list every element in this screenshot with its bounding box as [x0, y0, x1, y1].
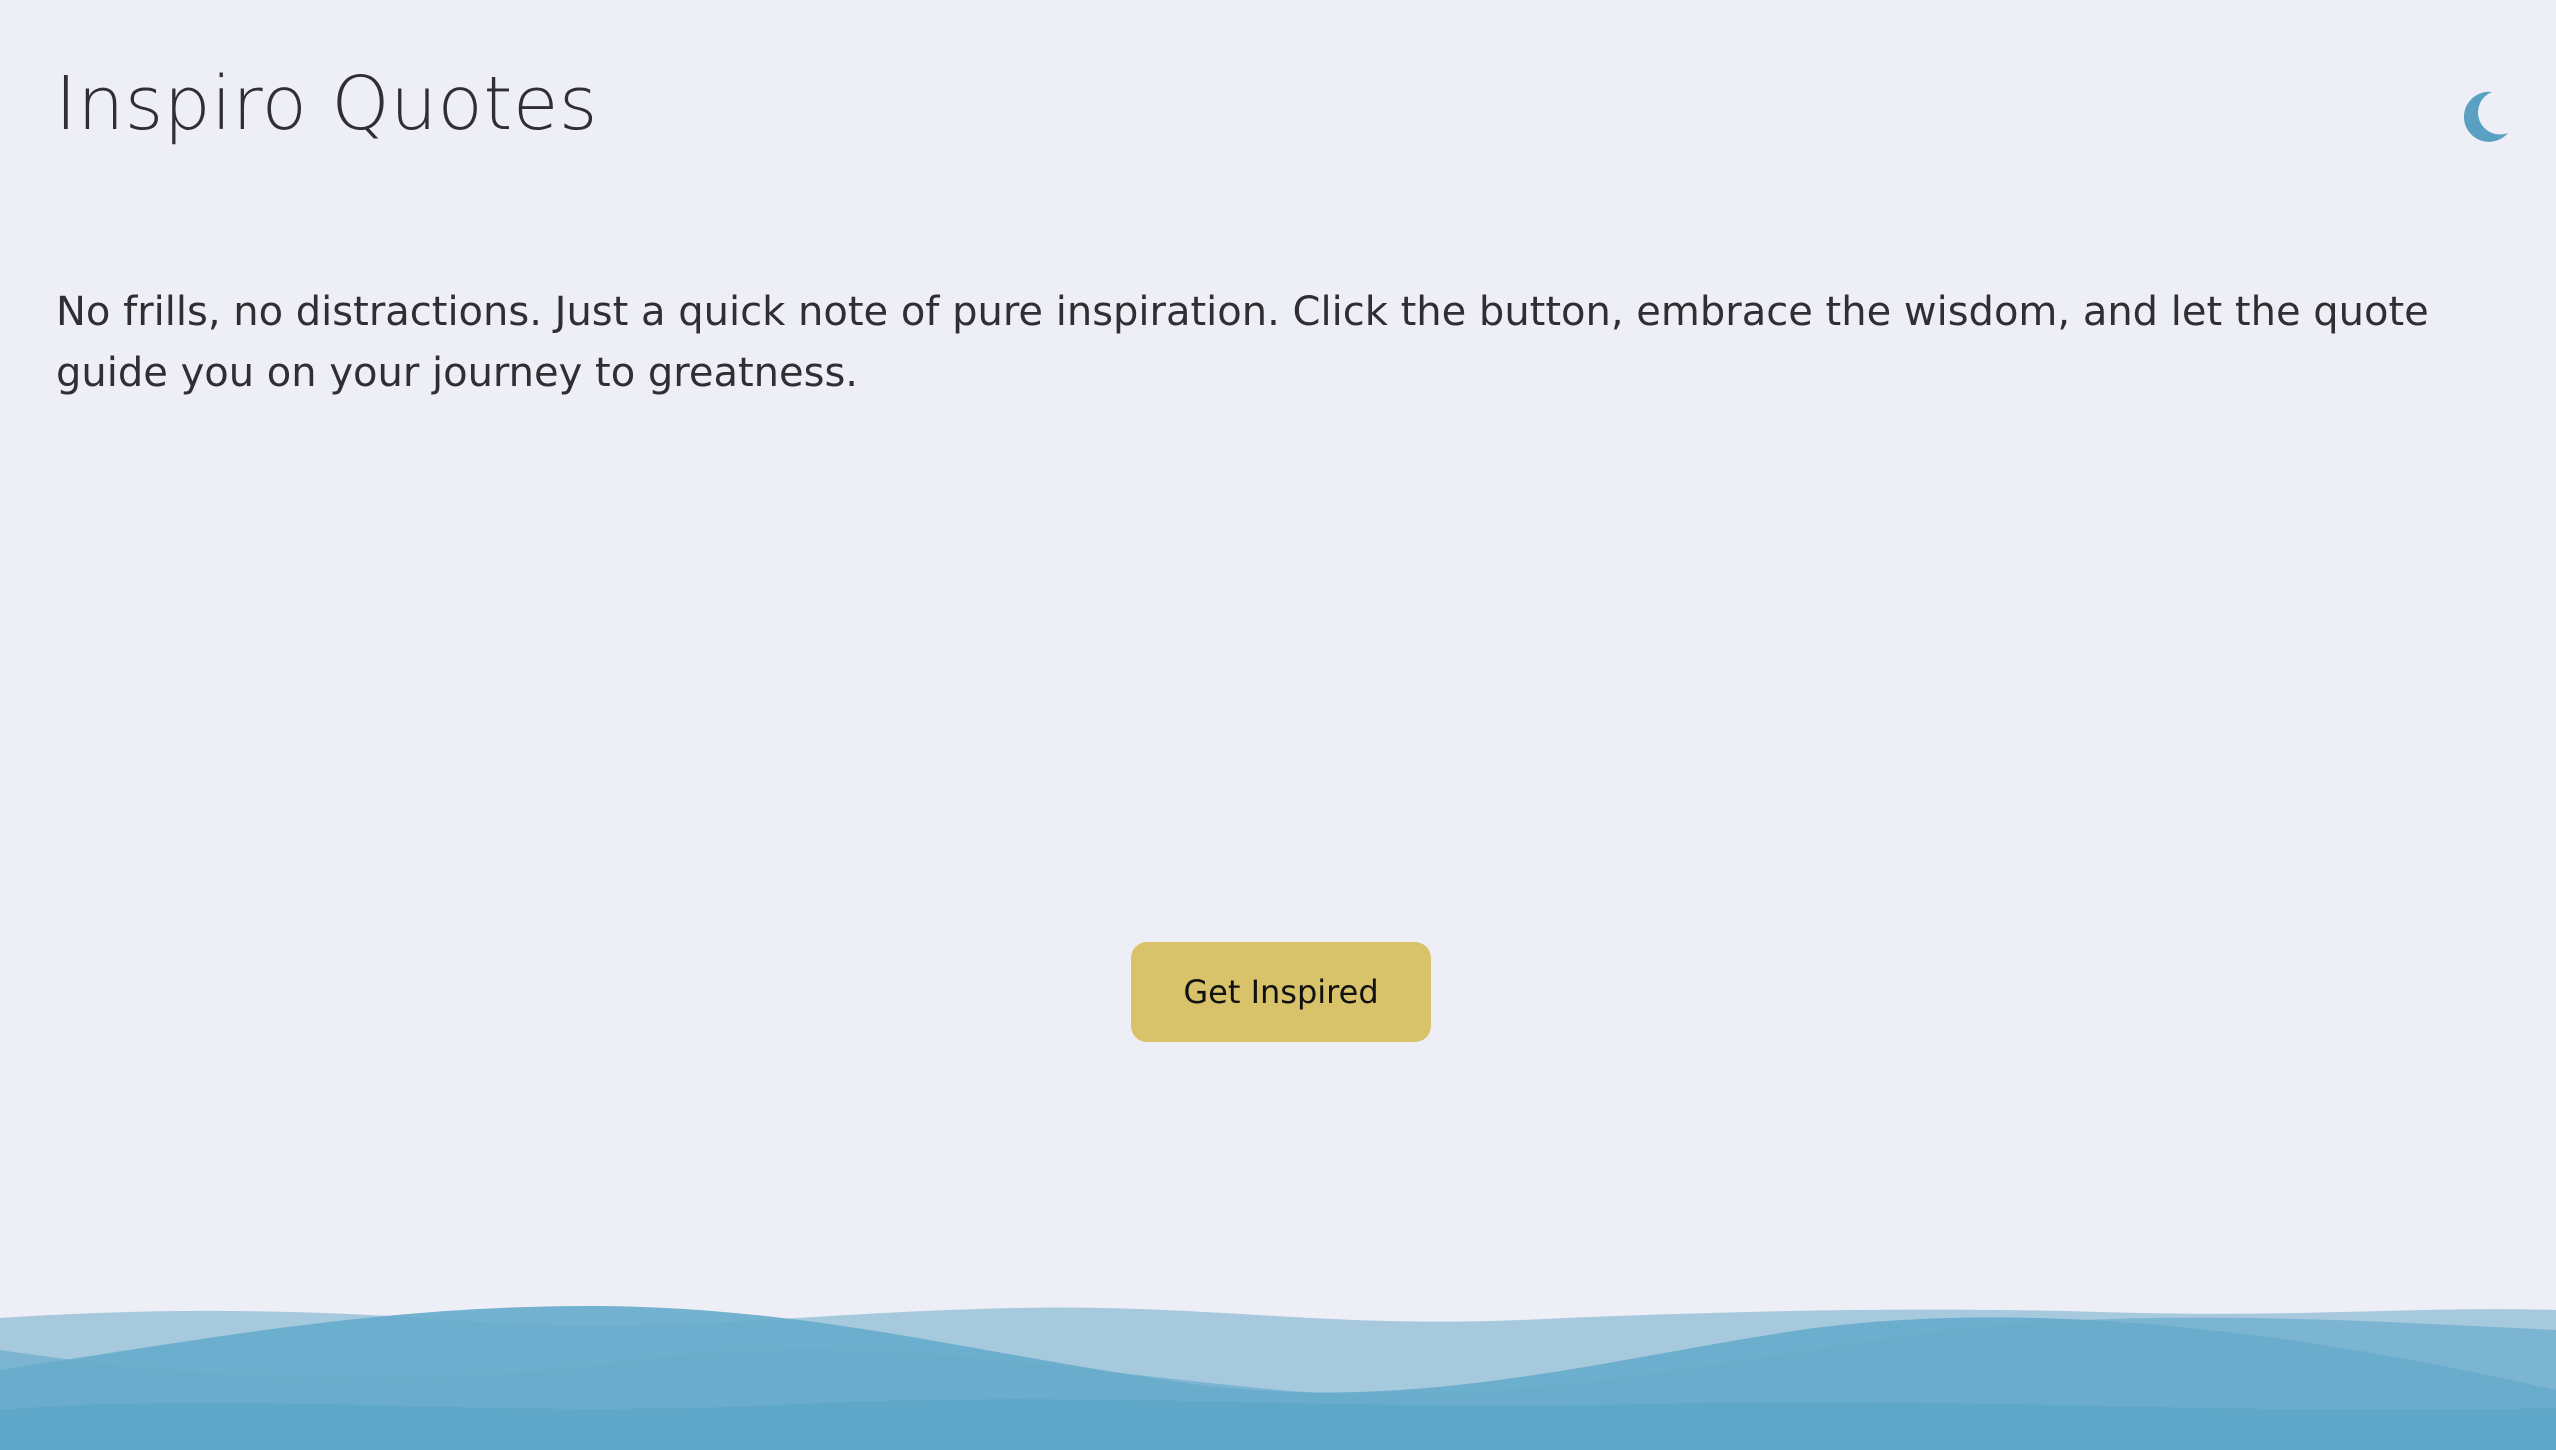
page: Inspiro Quotes No frills, no distraction… [0, 0, 2556, 1450]
get-inspired-button[interactable]: Get Inspired [1131, 942, 1431, 1042]
decorative-waves [0, 1305, 2556, 1450]
app-title: Inspiro Quotes [55, 61, 598, 147]
tagline: No frills, no distractions. Just a quick… [56, 289, 2429, 396]
theme-toggle-button[interactable] [2454, 86, 2514, 146]
moon-icon [2463, 91, 2508, 142]
